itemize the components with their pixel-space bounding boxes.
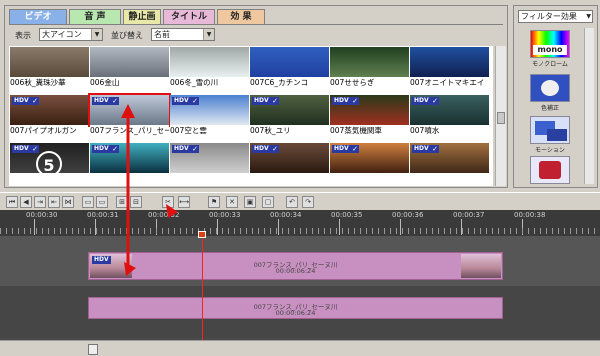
cursor-pointer-icon	[124, 262, 136, 276]
cursor-pointer-icon	[166, 204, 178, 218]
annotation-overlay	[121, 104, 178, 276]
arrow-head-up	[121, 104, 135, 118]
